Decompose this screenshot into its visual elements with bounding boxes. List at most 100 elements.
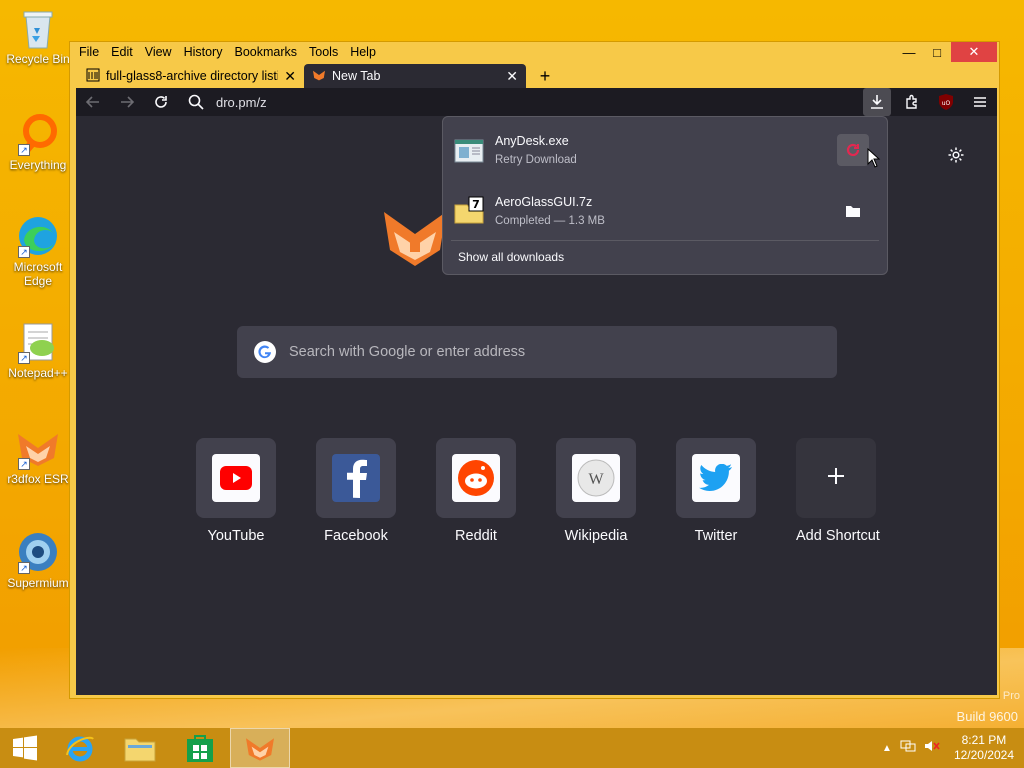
forward-arrow-icon xyxy=(121,96,135,108)
window-controls: — □ ✕ xyxy=(895,42,997,62)
facebook-icon xyxy=(332,454,380,502)
taskbar-r3dfox[interactable] xyxy=(230,728,290,768)
new-tab-button[interactable]: + xyxy=(532,66,558,87)
plus-icon xyxy=(826,466,846,491)
download-status: Completed — 1.3 MB xyxy=(495,215,605,227)
windows-logo-icon xyxy=(13,735,37,761)
desktop-icon-edge[interactable]: ↗ Microsoft Edge xyxy=(2,214,74,288)
menu-view[interactable]: View xyxy=(144,45,173,63)
desktop-icon-label: Notepad++ xyxy=(8,366,68,380)
svg-text:7: 7 xyxy=(472,198,480,211)
taskbar-ie[interactable] xyxy=(50,728,110,768)
volume-muted-icon[interactable] xyxy=(924,739,940,758)
menu-edit[interactable]: Edit xyxy=(110,45,134,63)
menu-bar: File Edit View History Bookmarks Tools H… xyxy=(78,45,377,63)
reload-icon xyxy=(155,96,167,108)
system-tray: ▲ 8:21 PM 12/20/2024 xyxy=(882,728,1014,768)
clock[interactable]: 8:21 PM 12/20/2024 xyxy=(954,733,1014,763)
notepadpp-icon: ↗ xyxy=(16,320,60,364)
app-menu-button[interactable] xyxy=(963,88,997,116)
retry-download-button[interactable] xyxy=(837,134,869,166)
shortcut-label: Facebook xyxy=(324,528,388,544)
desktop-icon-recycle-bin[interactable]: Recycle Bin xyxy=(2,6,74,66)
close-tab-icon[interactable]: ✕ xyxy=(506,68,518,85)
maximize-button[interactable]: □ xyxy=(923,42,951,62)
shortcut-youtube[interactable]: YouTube xyxy=(196,438,276,544)
tab-strip: full-glass8-archive directory listi ✕ Ne… xyxy=(78,64,558,88)
menu-file[interactable]: File xyxy=(78,45,100,63)
reload-button[interactable] xyxy=(144,88,178,116)
tab-new-tab[interactable]: New Tab ✕ xyxy=(304,64,526,88)
desktop-icon-label: Everything xyxy=(9,158,67,172)
puzzle-icon xyxy=(906,94,917,109)
shortcut-twitter[interactable]: Twitter xyxy=(676,438,756,544)
desktop-icon-label: Microsoft Edge xyxy=(13,260,63,288)
supermium-icon: ↗ xyxy=(16,530,60,574)
top-sites: YouTube Facebook Reddit W Wikipedia Twit… xyxy=(196,438,880,544)
google-icon xyxy=(254,341,276,363)
shortcut-label: Add Shortcut xyxy=(796,528,880,544)
download-item-aeroglass[interactable]: 7 AeroGlassGUI.7z Completed — 1.3 MB xyxy=(453,186,879,236)
reddit-icon xyxy=(452,454,500,502)
build-watermark: Build 9600 xyxy=(956,709,1018,724)
taskbar-file-explorer[interactable] xyxy=(110,728,170,768)
url-text: dro.pm/z xyxy=(216,94,267,110)
start-button[interactable] xyxy=(0,728,50,768)
exe-file-icon xyxy=(453,134,485,166)
tab-directory-listing[interactable]: full-glass8-archive directory listi ✕ xyxy=(78,64,304,88)
google-search-box[interactable]: Search with Google or enter address xyxy=(237,326,837,378)
shortcut-facebook[interactable]: Facebook xyxy=(316,438,396,544)
show-all-downloads-link[interactable]: Show all downloads xyxy=(458,250,564,264)
archive-favicon-icon xyxy=(86,68,100,85)
folder-icon xyxy=(124,738,156,762)
desktop-icon-supermium[interactable]: ↗ Supermium xyxy=(2,530,74,590)
minimize-button[interactable]: — xyxy=(895,42,923,62)
desktop-icon-label: Recycle Bin xyxy=(6,52,70,66)
download-icon xyxy=(871,95,883,109)
back-arrow-icon xyxy=(85,96,99,108)
network-icon[interactable] xyxy=(900,739,916,758)
r3dfox-icon xyxy=(246,738,274,761)
shortcut-label: YouTube xyxy=(207,528,265,544)
extensions-button[interactable] xyxy=(895,88,929,116)
nav-toolbar: dro.pm/z uO xyxy=(76,88,997,116)
downloads-button[interactable] xyxy=(863,88,891,116)
retry-icon xyxy=(846,143,860,157)
taskbar-store[interactable] xyxy=(170,728,230,768)
search-placeholder: Search with Google or enter address xyxy=(289,344,526,360)
download-item-anydesk[interactable]: AnyDesk.exe Retry Download xyxy=(453,125,879,175)
ublock-button[interactable]: uO xyxy=(929,88,963,116)
r3dfox-esr-logo xyxy=(380,202,450,277)
download-filename: AeroGlassGUI.7z xyxy=(495,195,593,209)
internet-explorer-icon xyxy=(66,736,94,762)
r3dfox-favicon-icon xyxy=(312,69,326,84)
shortcut-reddit[interactable]: Reddit xyxy=(436,438,516,544)
tray-expand-icon[interactable]: ▲ xyxy=(882,743,892,754)
shortcut-add[interactable]: Add Shortcut xyxy=(796,438,880,544)
desktop-icon-everything[interactable]: ↗ Everything xyxy=(2,112,74,172)
close-tab-icon[interactable]: ✕ xyxy=(284,68,296,85)
forward-button[interactable] xyxy=(110,88,144,116)
shortcut-wikipedia[interactable]: W Wikipedia xyxy=(556,438,636,544)
close-window-button[interactable]: ✕ xyxy=(951,42,997,62)
ublock-icon: uO xyxy=(939,94,953,110)
show-in-folder-button[interactable] xyxy=(837,195,869,227)
menu-tools[interactable]: Tools xyxy=(308,45,339,63)
back-button[interactable] xyxy=(76,88,110,116)
clock-time: 8:21 PM xyxy=(961,733,1007,747)
folder-icon xyxy=(846,206,860,217)
menu-bookmarks[interactable]: Bookmarks xyxy=(233,45,298,63)
menu-history[interactable]: History xyxy=(183,45,224,63)
twitter-icon xyxy=(692,454,740,502)
settings-gear-icon[interactable] xyxy=(947,146,965,169)
clock-date: 12/20/2024 xyxy=(953,748,1014,762)
menu-help[interactable]: Help xyxy=(349,45,377,63)
shortcut-label: Twitter xyxy=(694,528,738,544)
panel-divider xyxy=(451,240,879,241)
desktop-icon-r3dfox[interactable]: ↗ r3dfox ESR xyxy=(2,426,74,486)
everything-icon: ↗ xyxy=(16,112,60,156)
desktop-icon-notepadpp[interactable]: ↗ Notepad++ xyxy=(2,320,74,380)
search-icon xyxy=(188,94,204,110)
desktop-icon-label: r3dfox ESR xyxy=(7,472,69,486)
url-bar[interactable]: dro.pm/z xyxy=(178,88,859,116)
